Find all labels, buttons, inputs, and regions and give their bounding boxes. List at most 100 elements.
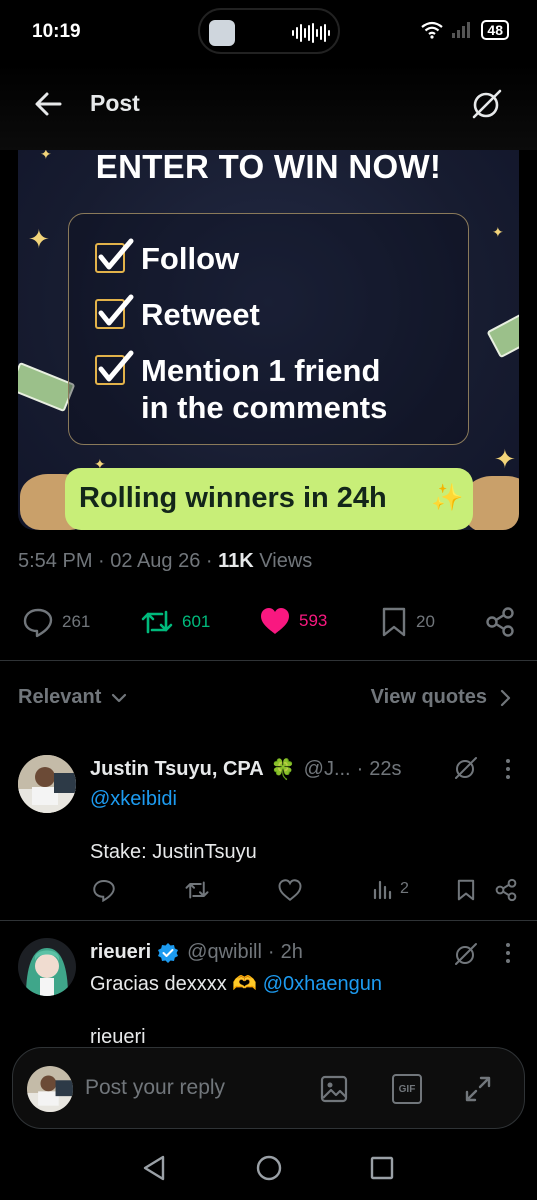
views-count: 2 <box>400 880 409 897</box>
more-vertical-icon <box>506 943 510 963</box>
checkbox-checked-icon <box>95 294 134 329</box>
avatar[interactable] <box>18 938 76 996</box>
dynamic-island <box>198 8 340 54</box>
view-quotes-link[interactable]: View quotes <box>371 686 513 709</box>
grok-icon <box>455 757 477 779</box>
nav-recents-button[interactable] <box>367 1153 397 1183</box>
money-bill-icon <box>18 361 76 413</box>
reply-button[interactable]: 261 <box>22 606 90 638</box>
checklist-item: Retweet <box>95 294 260 333</box>
bookmark-button[interactable]: 20 <box>380 606 435 638</box>
now-playing-thumbnail <box>209 20 235 46</box>
sparkle-icon: ✦ <box>28 224 50 254</box>
sparkle-icon: ✦ <box>492 224 504 240</box>
bookmark-button[interactable] <box>456 878 476 902</box>
promo-banner-text: Rolling winners in 24h <box>79 482 387 514</box>
heart-filled-icon <box>261 608 289 634</box>
grok-button[interactable] <box>467 84 507 124</box>
add-image-button[interactable] <box>319 1074 349 1104</box>
nav-home-button[interactable] <box>254 1153 284 1183</box>
sparkles-emoji: ✨ <box>431 482 464 512</box>
like-button[interactable] <box>278 878 302 902</box>
reply-input[interactable]: Post your reply <box>85 1076 225 1100</box>
reply-mention[interactable]: @0xhaengun <box>263 973 382 995</box>
repost-count: 601 <box>182 612 211 631</box>
reply-action-bar: 2 <box>0 878 537 908</box>
like-button[interactable]: 593 <box>259 606 327 636</box>
more-options-button[interactable] <box>498 940 518 966</box>
reply-composer[interactable]: Post your reply GIF <box>12 1047 525 1129</box>
post-time: 5:54 PM <box>18 550 93 572</box>
separator-dot: · <box>267 941 275 963</box>
circle-home-icon <box>256 1155 282 1181</box>
image-icon <box>320 1075 348 1103</box>
status-time: 10:19 <box>32 21 81 42</box>
back-button[interactable] <box>28 84 68 124</box>
checklist-item: Follow <box>95 238 240 277</box>
share-button[interactable] <box>484 606 516 638</box>
heart-hands-emoji: 🫶 <box>232 973 258 995</box>
reply-button[interactable] <box>92 878 116 902</box>
wifi-icon <box>421 21 444 39</box>
checklist-label: Follow <box>141 241 240 276</box>
post-meta: 5:54 PM · 02 Aug 26 · 11K Views <box>18 550 313 572</box>
post-date: 02 Aug 26 <box>110 550 201 572</box>
reply-author-name[interactable]: rieueri <box>90 941 151 964</box>
reply-time: 2h <box>280 941 303 963</box>
add-gif-button[interactable]: GIF <box>392 1074 422 1104</box>
money-bill-icon <box>486 303 519 359</box>
audio-wave-icon <box>292 23 330 43</box>
view-count: 11K <box>218 550 254 572</box>
checkbox-checked-icon <box>95 238 134 273</box>
bookmark-count: 20 <box>416 612 435 631</box>
status-icons: 48 <box>421 20 509 40</box>
reply-icon <box>23 608 53 638</box>
reply-author-handle[interactable]: @J... <box>304 758 351 781</box>
system-nav-bar <box>0 1129 537 1200</box>
separator-dot: · <box>356 758 364 780</box>
reply-text-line: Gracias dexxxx 🫶 @0xhaengun <box>90 971 382 996</box>
more-options-button[interactable] <box>498 756 518 782</box>
bookmark-icon <box>457 879 475 901</box>
status-bar: 10:19 48 <box>0 0 537 64</box>
reply-count: 261 <box>62 612 91 631</box>
promo-banner: Rolling winners in 24h ✨ <box>65 468 473 530</box>
reply-mention[interactable]: @xkeibidi <box>90 788 177 811</box>
reply-author-handle[interactable]: @qwibill <box>187 941 262 964</box>
checklist-label-cont: in the comments <box>141 390 388 425</box>
promo-title: ENTER TO WIN NOW! <box>95 150 442 185</box>
square-recents-icon <box>370 1156 394 1180</box>
share-button[interactable] <box>494 878 518 902</box>
divider <box>0 920 537 921</box>
post-image[interactable]: ENTER TO WIN NOW! ✦ ✦ ✦ ✦ ✦ Follow Retwe… <box>18 150 519 530</box>
reply-header: Justin Tsuyu, CPA 🍀 @J... · 22s <box>90 757 402 782</box>
reply-author-name[interactable]: Justin Tsuyu, CPA <box>90 758 264 781</box>
repost-button[interactable]: 601 <box>140 606 210 638</box>
grok-icon <box>472 89 502 119</box>
checkbox-checked-icon <box>95 350 134 385</box>
battery-indicator: 48 <box>481 20 509 40</box>
triangle-back-icon <box>143 1155 165 1181</box>
reply-text: Gracias dexxxx <box>90 973 227 995</box>
divider <box>0 660 537 661</box>
grok-button[interactable] <box>452 754 480 782</box>
expand-icon <box>465 1076 491 1102</box>
grok-button[interactable] <box>452 940 480 968</box>
nav-back-button[interactable] <box>139 1153 169 1183</box>
reply-sort-dropdown[interactable]: Relevant <box>18 686 129 709</box>
expand-composer-button[interactable] <box>463 1074 493 1104</box>
repost-button[interactable] <box>184 878 210 902</box>
bookmark-icon <box>382 607 406 637</box>
arrow-left-icon <box>35 92 62 116</box>
verified-badge-icon <box>158 942 179 963</box>
share-icon <box>495 878 517 902</box>
reply-text: Stake: JustinTsuyu <box>90 841 257 863</box>
sort-label: Relevant <box>18 686 102 708</box>
avatar[interactable] <box>18 755 76 813</box>
views-button[interactable]: 2 <box>372 878 409 900</box>
analytics-icon <box>373 880 392 900</box>
view-quotes-label: View quotes <box>370 686 487 708</box>
reply-header: rieueri @qwibill · 2h <box>90 941 303 964</box>
like-count: 593 <box>299 611 328 630</box>
chevron-down-icon <box>112 693 127 702</box>
